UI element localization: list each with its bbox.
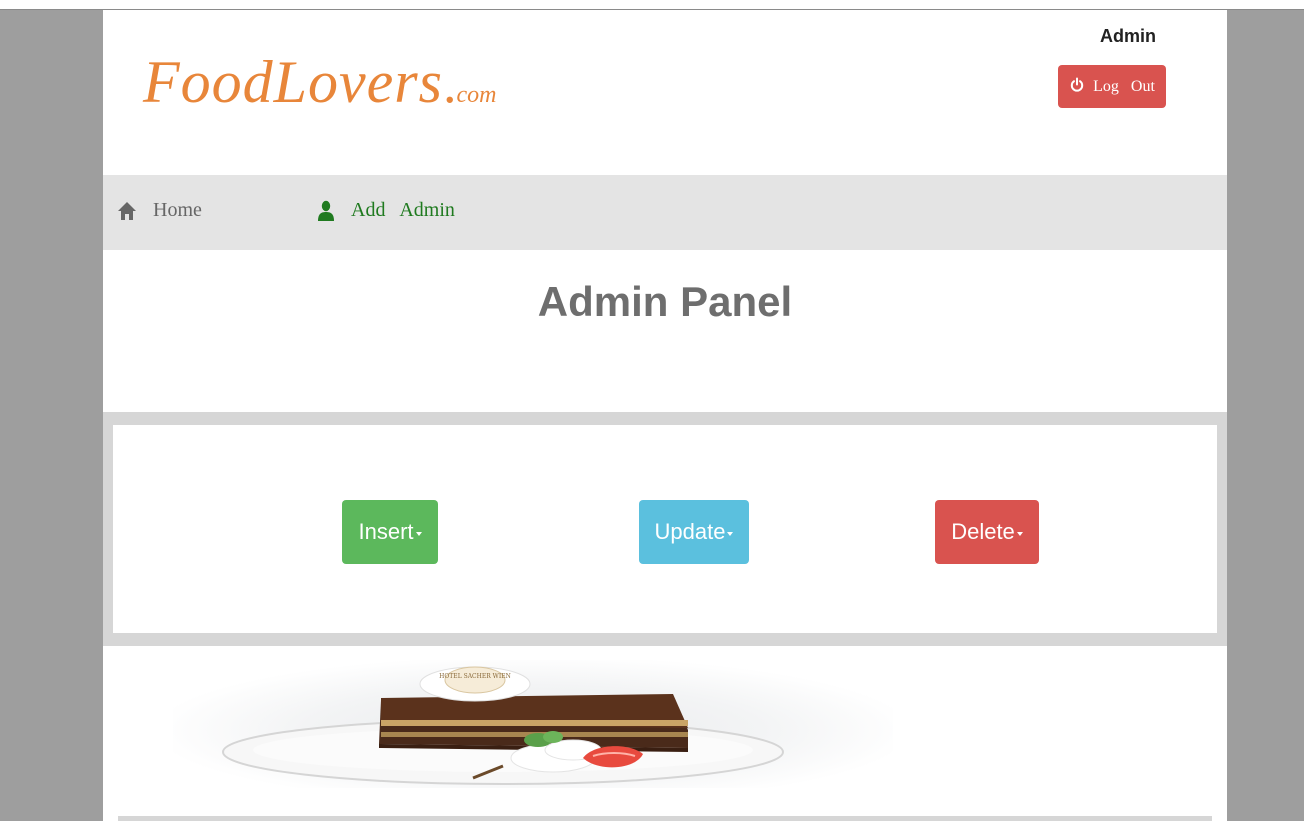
logo-suffix: com — [456, 82, 497, 108]
main-nav: Home Add Admin — [103, 175, 1227, 250]
logout-button[interactable]: Log Out — [1058, 65, 1166, 108]
site-logo[interactable]: FoodLovers.com — [143, 48, 496, 117]
footer-divider — [118, 816, 1212, 821]
update-dropdown-button[interactable]: Update — [639, 500, 749, 564]
logo-main-text: FoodLovers — [143, 49, 443, 115]
cake-image: HOTEL SACHER WIEN — [222, 666, 784, 785]
nav-home[interactable]: Home — [117, 199, 202, 222]
insert-label: Insert — [358, 519, 414, 544]
caret-down-icon — [727, 531, 734, 536]
current-user-label: Admin — [1100, 26, 1156, 46]
site-header: FoodLovers.com Admin Log Out — [103, 10, 1227, 175]
action-panel-inner: Insert Update Delete — [113, 425, 1217, 633]
home-icon — [118, 201, 136, 220]
nav-home-label: Home — [153, 199, 202, 221]
insert-dropdown-button[interactable]: Insert — [342, 500, 438, 564]
action-panel: Insert Update Delete — [103, 412, 1227, 646]
logout-label: Log Out — [1093, 77, 1155, 95]
user-icon — [318, 200, 334, 221]
logo-dot: . — [442, 54, 457, 114]
caret-down-icon — [415, 531, 422, 536]
nav-add-admin[interactable]: Add Admin — [317, 199, 455, 222]
update-label: Update — [654, 519, 726, 544]
page-container: FoodLovers.com Admin Log Out Home Add Ad… — [103, 10, 1227, 821]
caret-down-icon — [1016, 531, 1023, 536]
cake-banner-image: HOTEL SACHER WIEN — [173, 660, 893, 788]
medallion-text: HOTEL SACHER WIEN — [439, 673, 511, 680]
nav-add-admin-label: Add Admin — [351, 199, 455, 221]
power-icon — [1070, 77, 1084, 92]
delete-label: Delete — [951, 519, 1015, 544]
page-title: Admin Panel — [537, 278, 793, 325]
delete-dropdown-button[interactable]: Delete — [935, 500, 1039, 564]
